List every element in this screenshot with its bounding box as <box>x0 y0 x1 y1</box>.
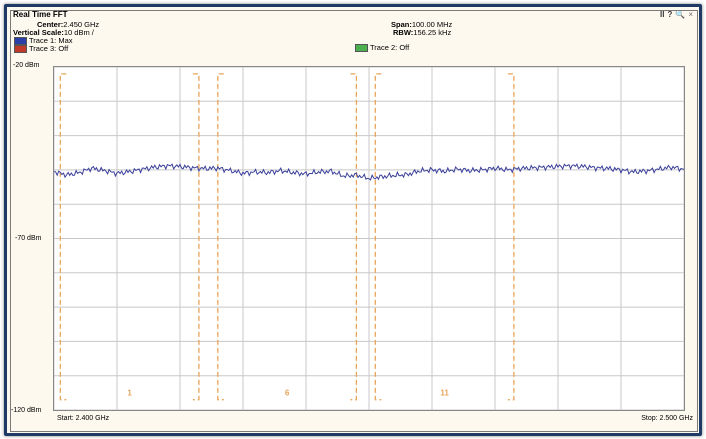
y-tick-top: -20 dBm <box>13 62 40 69</box>
spectrum-plot-svg: 1 6 11 <box>54 67 684 410</box>
channel-label: 11 <box>440 389 449 398</box>
channel-bracket-left <box>217 73 224 401</box>
channel-bracket-right <box>192 73 200 401</box>
y-tick-bottom: -120 dBm <box>11 407 42 414</box>
trace-2-swatch <box>355 44 368 52</box>
channel-bracket-right <box>350 73 358 401</box>
rbw-readout: RBW:156.25 kHz <box>393 29 451 37</box>
channel-label: 1 <box>127 389 132 398</box>
rbw-label: RBW: <box>393 28 414 37</box>
channel-bracket-left <box>59 73 67 401</box>
channel-bracket-left <box>374 73 382 401</box>
spectrum-window: Real Time FFT II ? 🔍 × Center:2.450 GHz … <box>10 10 698 432</box>
title-bar: Real Time FFT II ? 🔍 × <box>11 11 697 21</box>
legend-trace-3[interactable]: Trace 3: Off <box>14 45 68 53</box>
pause-icon[interactable]: II <box>660 11 664 20</box>
legend-trace-2[interactable]: Trace 2: Off <box>355 44 409 52</box>
window-controls: II ? 🔍 × <box>660 11 693 20</box>
trace-2-label: Trace 2: Off <box>370 43 410 52</box>
zoom-icon[interactable]: 🔍 <box>675 11 685 20</box>
y-tick-mid: -70 dBm <box>15 235 42 242</box>
channel-label: 6 <box>285 389 290 398</box>
trace-3-label: Trace 3: Off <box>29 44 69 53</box>
spectrum-window-frame: Real Time FFT II ? 🔍 × Center:2.450 GHz … <box>4 4 702 436</box>
window-title: Real Time FFT <box>13 10 68 19</box>
x-start-label: Start: 2.400 GHz <box>57 415 110 422</box>
x-stop-label: Stop: 2.500 GHz <box>641 415 693 422</box>
spectrum-plot[interactable]: 1 6 11 <box>53 66 685 411</box>
help-icon[interactable]: ? <box>667 11 672 20</box>
trace-1-swatch <box>14 37 27 45</box>
channel-bracket-right <box>507 73 515 401</box>
rbw-value: 156.25 kHz <box>413 28 452 37</box>
trace-3-swatch <box>14 45 27 53</box>
close-icon[interactable]: × <box>688 11 693 20</box>
